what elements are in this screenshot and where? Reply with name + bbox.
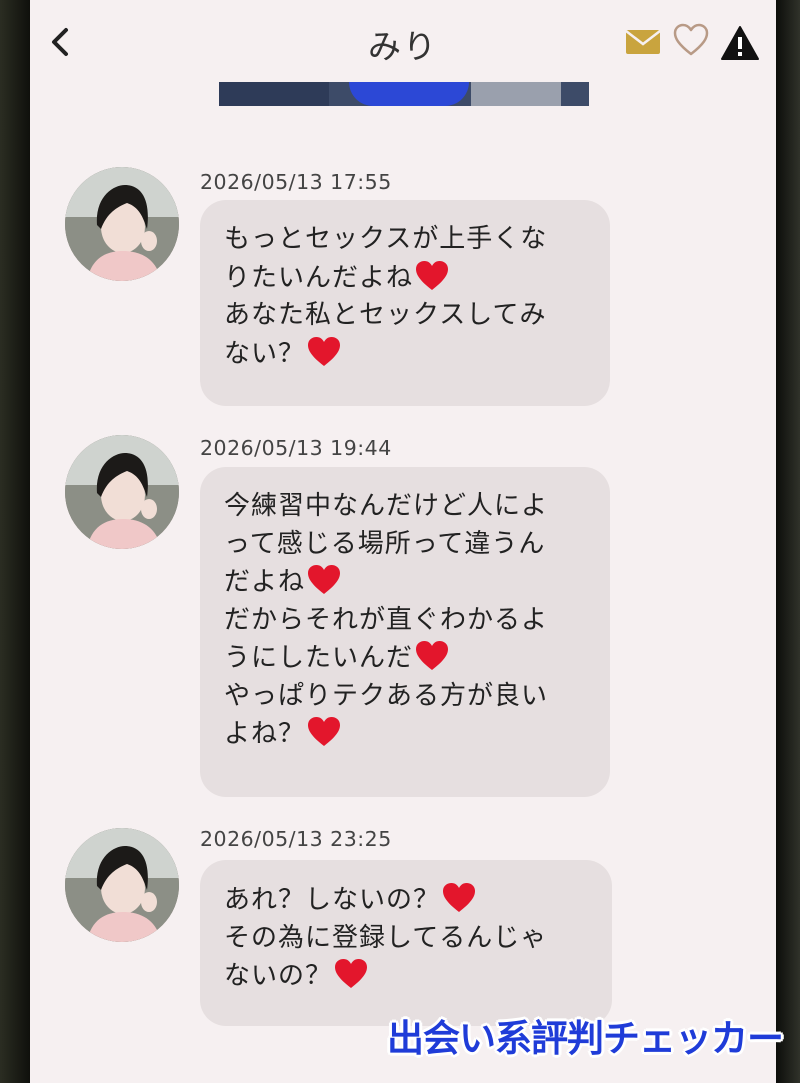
warning-icon [721, 26, 759, 60]
mail-icon [625, 30, 661, 54]
favorite-button[interactable] [672, 22, 710, 58]
avatar[interactable] [65, 828, 179, 942]
message-line: 今練習中なんだけど人によ [224, 491, 549, 521]
report-button[interactable] [720, 24, 760, 62]
heart-outline-icon [673, 23, 709, 56]
heart-emoji-icon [443, 883, 476, 912]
message-timestamp: 2026/05/13 23:25 [200, 827, 392, 851]
message-line: よね？ [224, 719, 306, 749]
message-line: だからそれが直ぐわかるよ [224, 604, 549, 635]
heart-emoji-icon [308, 717, 341, 746]
heart-emoji-icon [416, 641, 449, 670]
device-bezel-left [0, 0, 30, 1083]
watermark-text: 出会い系評判チェッカー [387, 1017, 784, 1060]
message-line: ない？ [224, 338, 306, 369]
chat-header: みり [30, 0, 776, 80]
message-timestamp: 2026/05/13 19:44 [200, 436, 392, 460]
message-line: もっとセックスが上手くな [224, 224, 548, 254]
message-timestamp: 2026/05/13 17:55 [200, 170, 392, 194]
mail-button[interactable] [625, 28, 661, 56]
heart-emoji-icon [308, 336, 341, 366]
message-line: やっぱりテクある方が良い [224, 680, 549, 711]
device-bezel-right [776, 0, 800, 1083]
message-line: って感じる場所って違うん [224, 528, 546, 559]
avatar[interactable] [65, 167, 179, 281]
message-line: りたいんだよね [224, 262, 414, 293]
message-line: ないの？ [224, 961, 333, 991]
message-line: うにしたいんだ [224, 643, 414, 673]
message-bubble: もっとセックスが上手くな りたいんだよね あなた私とセックスしてみ ない？ [200, 200, 610, 406]
chat-partner-name: みり [368, 27, 438, 66]
message-line: あれ？しないの？ [224, 885, 441, 915]
message-line: あなた私とセックスしてみ [224, 300, 547, 330]
avatar[interactable] [65, 435, 179, 549]
message-bubble: 今練習中なんだけど人によ って感じる場所って違うん だよね だからそれが直ぐわか… [200, 467, 610, 797]
heart-emoji-icon [308, 565, 341, 594]
message-bubble: あれ？しないの？ その為に登録してるんじゃ ないの？ [200, 860, 612, 1026]
heart-emoji-icon [416, 260, 449, 290]
message-line: だよね [224, 567, 306, 597]
heart-emoji-icon [335, 959, 368, 988]
chat-screen: みり 2026/05/13 17:55 もっとセックスが上手くな りたいんだよね… [30, 0, 776, 1083]
profile-photo-strip[interactable] [219, 82, 589, 106]
message-line: その為に登録してるんじゃ [224, 922, 548, 953]
